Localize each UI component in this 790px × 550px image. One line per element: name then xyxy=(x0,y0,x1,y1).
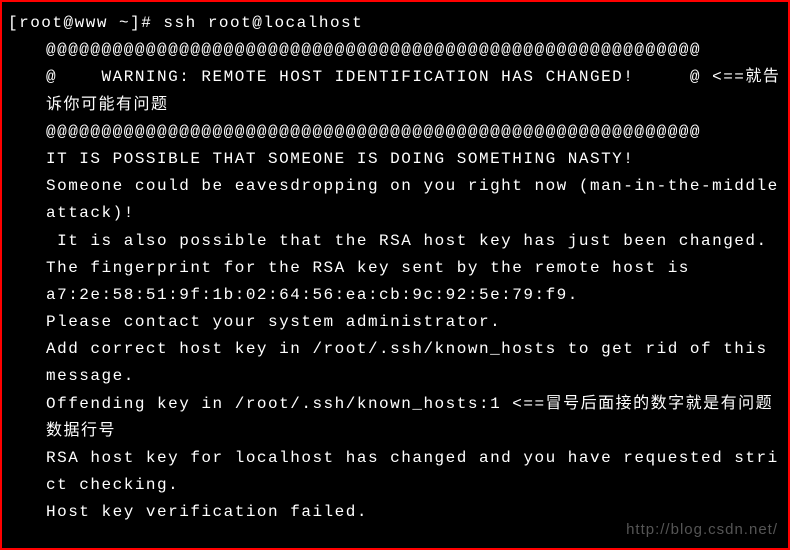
offending-key: Offending key in /root/.ssh/known_hosts:… xyxy=(8,391,782,445)
at-separator: @@@@@@@@@@@@@@@@@@@@@@@@@@@@@@@@@@@@@@@@… xyxy=(8,37,782,64)
rsa-changed: It is also possible that the RSA host ke… xyxy=(8,228,782,255)
fingerprint-value: a7:2e:58:51:9f:1b:02:64:56:ea:cb:9c:92:5… xyxy=(8,282,782,309)
prompt-line[interactable]: [root@www ~]# ssh root@localhost xyxy=(8,10,782,37)
contact-admin: Please contact your system administrator… xyxy=(8,309,782,336)
fingerprint-intro: The fingerprint for the RSA key sent by … xyxy=(8,255,782,282)
at-separator: @@@@@@@@@@@@@@@@@@@@@@@@@@@@@@@@@@@@@@@@… xyxy=(8,119,782,146)
watermark: http://blog.csdn.net/ xyxy=(626,517,778,543)
add-key-hint: Add correct host key in /root/.ssh/known… xyxy=(8,336,782,390)
eavesdrop-warning: Someone could be eavesdropping on you ri… xyxy=(8,173,782,227)
nasty-warning: IT IS POSSIBLE THAT SOMEONE IS DOING SOM… xyxy=(8,146,782,173)
warning-line: @ WARNING: REMOTE HOST IDENTIFICATION HA… xyxy=(8,64,782,118)
strict-checking: RSA host key for localhost has changed a… xyxy=(8,445,782,499)
